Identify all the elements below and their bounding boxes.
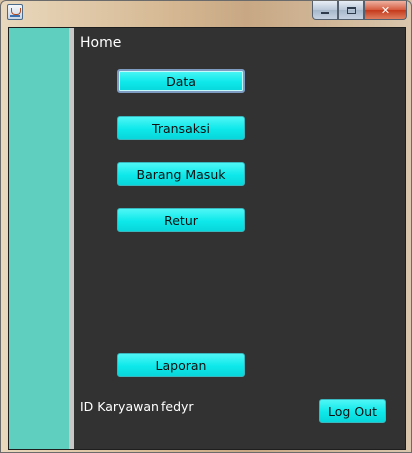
close-button[interactable]: ✕ (364, 1, 407, 20)
logout-button[interactable]: Log Out (319, 399, 386, 423)
employee-id-value: fedyr (161, 399, 194, 414)
retur-button[interactable]: Retur (117, 208, 245, 232)
java-app-icon[interactable] (7, 4, 23, 20)
close-icon: ✕ (380, 3, 391, 17)
minimize-button[interactable] (312, 1, 338, 20)
title-bar[interactable]: ✕ (1, 1, 411, 26)
maximize-icon (346, 6, 356, 14)
sidebar-divider (69, 28, 74, 449)
sidebar (9, 28, 69, 449)
data-button[interactable]: Data (117, 69, 245, 93)
content-panel: Home Data Transaksi Barang Masuk Retur L… (8, 27, 406, 450)
window-controls: ✕ (312, 1, 407, 20)
app-window: ✕ Home Data Transaksi Barang Masuk Retur… (0, 0, 412, 453)
laporan-button[interactable]: Laporan (117, 353, 245, 377)
maximize-button[interactable] (338, 1, 364, 20)
page-title: Home (80, 35, 122, 51)
minimize-icon (321, 12, 329, 14)
transaksi-button[interactable]: Transaksi (117, 116, 245, 140)
employee-id-label: ID Karyawan (80, 399, 159, 414)
barang-masuk-button[interactable]: Barang Masuk (117, 162, 245, 186)
